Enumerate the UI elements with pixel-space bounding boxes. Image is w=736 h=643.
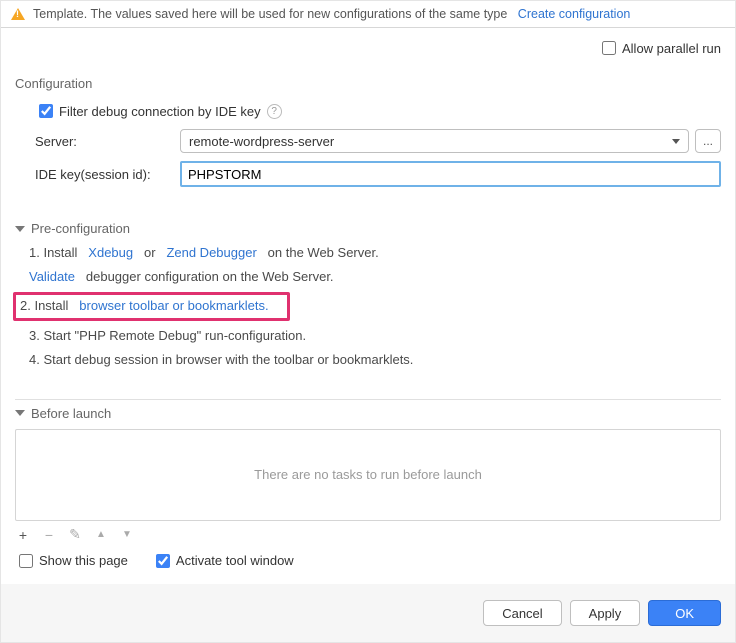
bookmarklets-link[interactable]: browser toolbar or bookmarklets. xyxy=(79,298,268,313)
allow-parallel-run-label: Allow parallel run xyxy=(622,41,721,56)
configuration-section: Configuration Filter debug connection by… xyxy=(1,68,735,211)
preconfig-step-4: 4. Start debug session in browser with t… xyxy=(29,351,721,369)
server-row: Server: remote-wordpress-server ... xyxy=(35,129,721,153)
xdebug-link[interactable]: Xdebug xyxy=(88,245,133,260)
activate-tool-window-checkbox[interactable]: Activate tool window xyxy=(152,551,294,571)
options-row: Show this page Activate tool window xyxy=(15,545,721,579)
filter-debug-checkbox[interactable]: Filter debug connection by IDE key xyxy=(35,101,261,121)
server-select[interactable]: remote-wordpress-server xyxy=(180,129,689,153)
run-config-dialog: Template. The values saved here will be … xyxy=(0,0,736,643)
preconfig-step-2: 2. Install browser toolbar or bookmarkle… xyxy=(29,292,721,320)
parallel-run-row: Allow parallel run xyxy=(1,28,735,68)
before-launch-section: Before launch There are no tasks to run … xyxy=(1,379,735,583)
separator xyxy=(15,399,721,400)
validate-link[interactable]: Validate xyxy=(29,269,75,284)
preconfiguration-list: 1. Install Xdebug or Zend Debugger on th… xyxy=(29,244,721,369)
template-text: Template. The values saved here will be … xyxy=(33,7,725,21)
cancel-button[interactable]: Cancel xyxy=(483,600,561,626)
move-up-button[interactable]: ▲ xyxy=(93,527,109,543)
configuration-title: Configuration xyxy=(15,76,721,91)
create-configuration-link[interactable]: Create configuration xyxy=(518,7,631,21)
server-value: remote-wordpress-server xyxy=(189,134,334,149)
move-down-button[interactable]: ▼ xyxy=(119,527,135,543)
server-label: Server: xyxy=(35,134,180,149)
chevron-down-icon xyxy=(15,226,25,232)
before-launch-empty: There are no tasks to run before launch xyxy=(254,467,482,482)
preconfig-step-1: 1. Install Xdebug or Zend Debugger on th… xyxy=(29,244,721,262)
filter-debug-label: Filter debug connection by IDE key xyxy=(59,104,261,119)
help-icon[interactable]: ? xyxy=(267,104,282,119)
show-this-page-checkbox[interactable]: Show this page xyxy=(15,551,128,571)
ide-key-input[interactable] xyxy=(180,161,721,187)
edit-task-button[interactable]: ✎ xyxy=(67,527,83,543)
preconfiguration-section: Pre-configuration 1. Install Xdebug or Z… xyxy=(1,211,735,379)
server-browse-button[interactable]: ... xyxy=(695,129,721,153)
allow-parallel-run-input[interactable] xyxy=(602,41,616,55)
warning-icon xyxy=(11,8,25,20)
before-launch-toolbar: + − ✎ ▲ ▼ xyxy=(15,521,721,545)
before-launch-header[interactable]: Before launch xyxy=(15,406,721,421)
activate-tool-window-input[interactable] xyxy=(156,554,170,568)
ide-key-row: IDE key(session id): xyxy=(35,161,721,187)
ide-key-label: IDE key(session id): xyxy=(35,167,180,182)
remove-task-button[interactable]: − xyxy=(41,527,57,543)
before-launch-tasks: There are no tasks to run before launch xyxy=(15,429,721,521)
filter-debug-input[interactable] xyxy=(39,104,53,118)
chevron-down-icon xyxy=(15,410,25,416)
show-this-page-input[interactable] xyxy=(19,554,33,568)
preconfig-validate: Validate debugger configuration on the W… xyxy=(29,268,721,286)
highlight-box: 2. Install browser toolbar or bookmarkle… xyxy=(13,292,290,320)
ok-button[interactable]: OK xyxy=(648,600,721,626)
preconfig-step-3: 3. Start "PHP Remote Debug" run-configur… xyxy=(29,327,721,345)
add-task-button[interactable]: + xyxy=(15,527,31,543)
zend-debugger-link[interactable]: Zend Debugger xyxy=(166,245,256,260)
dialog-footer: Cancel Apply OK xyxy=(1,584,735,642)
apply-button[interactable]: Apply xyxy=(570,600,641,626)
filter-row: Filter debug connection by IDE key ? xyxy=(35,101,721,121)
template-banner: Template. The values saved here will be … xyxy=(1,1,735,28)
preconfiguration-header[interactable]: Pre-configuration xyxy=(15,221,721,236)
allow-parallel-run-checkbox[interactable]: Allow parallel run xyxy=(598,38,721,58)
